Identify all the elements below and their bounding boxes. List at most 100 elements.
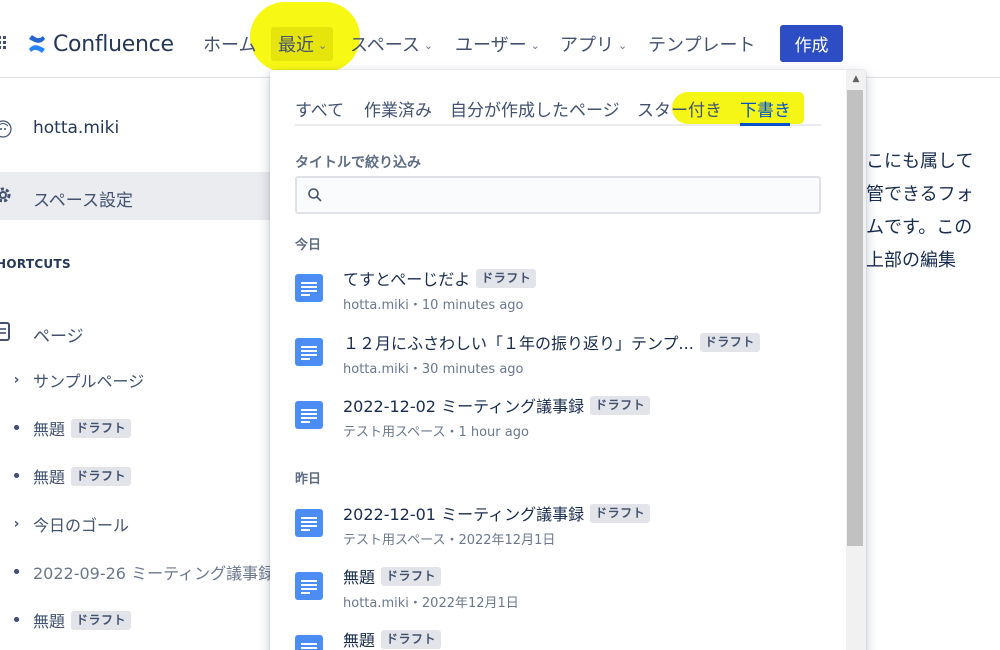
gear-icon (0, 187, 11, 203)
recent-dropdown: すべて 作業済み 自分が作成したページ スター付き 下書き タイトルで絞り込み … (270, 70, 866, 650)
tree-item[interactable]: › サンプルページ (0, 367, 272, 393)
page-icon (295, 274, 323, 302)
tree-item-label: 無題 (33, 612, 66, 631)
item-meta: hotta.miki・2022年12月1日 (343, 596, 519, 611)
pages-label[interactable]: ページ (33, 322, 84, 347)
app-switcher-icon[interactable] (0, 36, 10, 50)
item-meta: テスト用スペース・1 hour ago (343, 425, 529, 440)
shortcuts-heading: HORTCUTS (0, 257, 71, 271)
list-item[interactable]: 無題 ドラフト (295, 627, 815, 650)
nav-item-spaces[interactable]: スペース ⌄ (350, 30, 433, 58)
chevron-right-icon[interactable]: › (0, 516, 33, 532)
tree-item-label: サンプルページ (33, 372, 145, 391)
nav-item-label: ユーザー (455, 35, 527, 56)
nav-item-label: 最近 (278, 35, 314, 56)
tree-item[interactable]: › 今日のゴール (0, 511, 272, 537)
tab-created-by-me[interactable]: 自分が作成したページ (450, 96, 620, 121)
draft-badge: ドラフト (590, 395, 651, 415)
tree-item[interactable]: • 2022-09-26 ミーティング議事録 (0, 559, 272, 585)
draft-badge: ドラフト (381, 566, 442, 586)
confluence-logo[interactable]: Confluence (27, 30, 174, 58)
recent-tabs: すべて 作業済み 自分が作成したページ スター付き 下書き (295, 90, 821, 126)
tab-worked-on[interactable]: 作業済み (364, 96, 432, 121)
bullet-icon: • (11, 465, 22, 487)
draft-badge: ドラフト (590, 503, 651, 523)
bullet-icon: • (11, 417, 22, 439)
nav-item-people[interactable]: ユーザー ⌄ (455, 30, 540, 58)
nav-item-label: アプリ (560, 35, 614, 56)
item-title: 無題 (343, 568, 376, 587)
body-line: 上部の編集 (866, 250, 956, 271)
item-title-row: てすとぺーじだよ ドラフト (343, 266, 537, 290)
draft-badge: ドラフト (699, 332, 760, 352)
tree-item[interactable]: • 無題 ドラフト (0, 607, 272, 633)
page-icon (295, 338, 323, 366)
item-title: てすとぺーじだよ (343, 270, 471, 289)
list-item[interactable]: 2022-12-02 ミーティング議事録 ドラフト テスト用スペース・1 hou… (295, 393, 815, 445)
nav-item-apps[interactable]: アプリ ⌄ (560, 30, 627, 58)
selected-tab-indicator (740, 123, 790, 126)
list-item[interactable]: 無題 ドラフト hotta.miki・2022年12月1日 (295, 564, 815, 616)
nav-item-recent[interactable]: 最近 ⌄ (278, 30, 327, 58)
tab-starred[interactable]: スター付き (637, 96, 722, 121)
body-line: 管できるフォ (866, 184, 974, 205)
item-title-row: 無題 ドラフト (343, 564, 442, 588)
item-title: １２月にふさわしい「１年の振り返り」テンプ... (343, 334, 694, 353)
list-item[interactable]: てすとぺーじだよ ドラフト hotta.miki・10 minutes ago (295, 266, 815, 318)
logo-text: Confluence (53, 31, 174, 57)
item-title-row: 2022-12-01 ミーティング議事録 ドラフト (343, 501, 651, 525)
draft-badge: ドラフト (71, 610, 132, 630)
list-item[interactable]: 2022-12-01 ミーティング議事録 ドラフト テスト用スペース・2022年… (295, 501, 815, 553)
group-label-yesterday: 昨日 (295, 472, 322, 487)
dropdown-scrollbar[interactable]: ▲ (846, 70, 866, 650)
nav-item-label: スペース (350, 35, 420, 56)
page-icon (295, 401, 323, 429)
draft-badge: ドラフト (71, 418, 132, 438)
tree-item-label: 2022-09-26 ミーティング議事録 (33, 564, 272, 583)
tree-item[interactable]: • 無題 ドラフト (0, 463, 272, 489)
tab-all[interactable]: すべて (295, 96, 344, 121)
tree-item[interactable]: • 無題 ドラフト (0, 415, 272, 441)
avatar[interactable] (0, 116, 12, 142)
nav-item-label: テンプレート (648, 35, 756, 56)
tree-item-label: 無題 (33, 468, 66, 487)
scrollbar-thumb[interactable] (847, 90, 863, 546)
draft-badge: ドラフト (381, 629, 442, 649)
tree-item-label: 無題 (33, 420, 66, 439)
chevron-down-icon: ⌄ (530, 38, 540, 52)
space-owner-name[interactable]: hotta.miki (33, 118, 119, 138)
item-title: 2022-12-01 ミーティング議事録 (343, 505, 585, 524)
filter-label: タイトルで絞り込み (295, 155, 421, 171)
page-icon (295, 572, 323, 600)
page-icon (295, 635, 323, 650)
chevron-down-icon: ⌄ (618, 38, 628, 52)
confluence-page: Confluence ホーム 最近 ⌄ スペース ⌄ ユーザー ⌄ アプリ ⌄ … (0, 0, 1000, 650)
tab-drafts[interactable]: 下書き (740, 96, 791, 121)
item-title-row: １２月にふさわしい「１年の振り返り」テンプ... ドラフト (343, 330, 760, 354)
list-item[interactable]: １２月にふさわしい「１年の振り返り」テンプ... ドラフト hotta.miki… (295, 330, 815, 382)
item-meta: hotta.miki・10 minutes ago (343, 298, 524, 313)
item-title: 無題 (343, 631, 376, 650)
nav-item-templates[interactable]: テンプレート (648, 30, 755, 58)
chevron-right-icon[interactable]: › (0, 372, 33, 388)
confluence-logo-icon (29, 35, 45, 53)
top-navigation: Confluence ホーム 最近 ⌄ スペース ⌄ ユーザー ⌄ アプリ ⌄ … (0, 0, 1000, 78)
search-icon (308, 188, 322, 202)
item-title-row: 2022-12-02 ミーティング議事録 ドラフト (343, 393, 651, 417)
item-title: 2022-12-02 ミーティング議事録 (343, 397, 585, 416)
item-title-row: 無題 ドラフト (343, 627, 442, 650)
item-meta: hotta.miki・30 minutes ago (343, 362, 524, 377)
body-line: こにも属して (866, 151, 974, 172)
pages-icon (0, 322, 10, 341)
group-label-today: 今日 (295, 238, 322, 253)
chevron-down-icon: ⌄ (318, 38, 328, 52)
body-line: ムです。この (866, 217, 973, 238)
filter-by-title-input[interactable] (295, 176, 821, 214)
nav-item-label: ホーム (203, 35, 257, 56)
draft-badge: ドラフト (476, 268, 537, 288)
scroll-up-arrow-icon[interactable]: ▲ (850, 74, 862, 84)
bullet-icon: • (11, 609, 22, 631)
nav-item-home[interactable]: ホーム (203, 30, 256, 58)
draft-badge: ドラフト (71, 466, 132, 486)
create-button[interactable]: 作成 (780, 25, 843, 62)
